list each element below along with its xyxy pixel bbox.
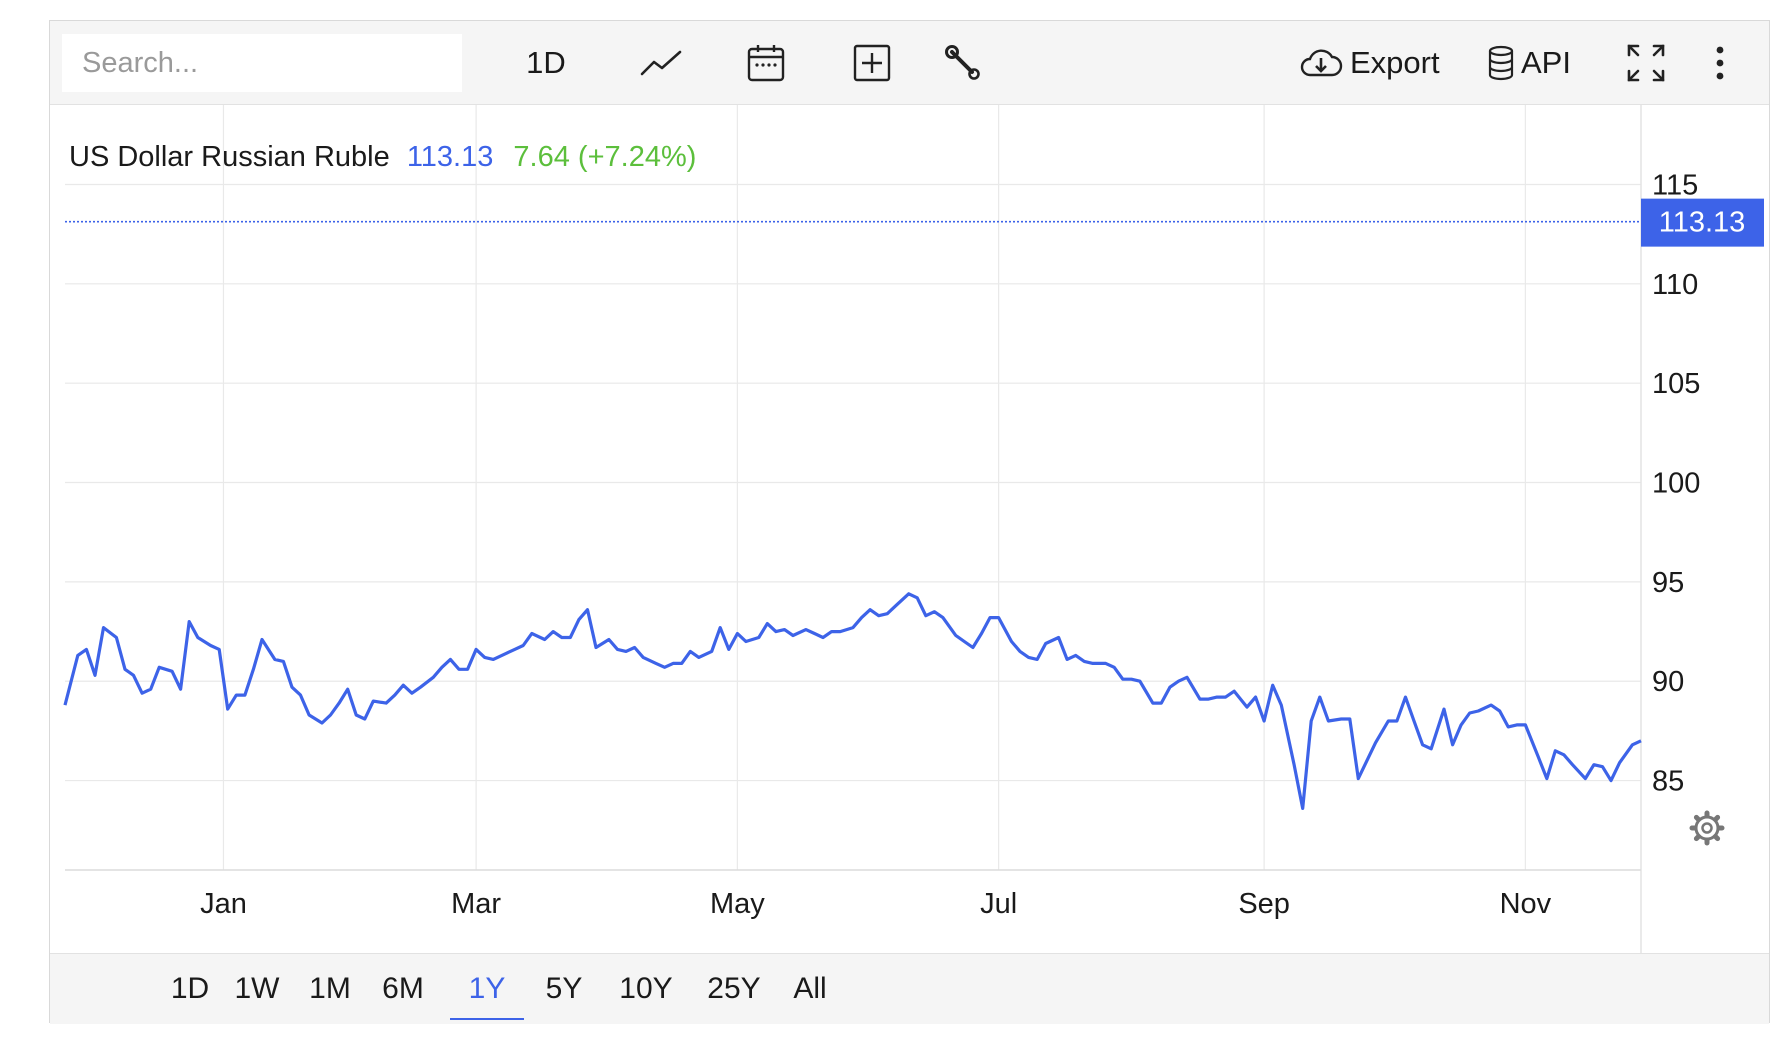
x-tick-label: May: [710, 888, 765, 920]
last-price: 113.13: [407, 141, 494, 173]
gear-icon[interactable]: [1689, 810, 1725, 846]
export-label: Export: [1350, 45, 1440, 80]
series-line: [63, 592, 1642, 810]
range-selector: 1D 1W 1M 6M 1Y 5Y 10Y 25Y All: [50, 953, 1769, 1024]
range-1m-button[interactable]: 1M: [298, 954, 362, 1024]
y-tick-label: 110: [1652, 269, 1698, 301]
range-1d-button[interactable]: 1D: [162, 954, 218, 1024]
calendar-icon[interactable]: [730, 21, 802, 105]
range-6m-button[interactable]: 6M: [368, 954, 438, 1024]
range-25y-button[interactable]: 25Y: [695, 954, 773, 1024]
price-chart[interactable]: 85 90 95 100 105 110 115 Jan Mar May Jul Sep Nov 11…: [50, 105, 1771, 953]
toolbar: 1D Export API: [50, 21, 1769, 105]
wrench-icon[interactable]: [927, 21, 999, 105]
add-box-icon[interactable]: [836, 21, 908, 105]
y-tick-label: 90: [1652, 666, 1684, 698]
api-button[interactable]: API: [1487, 21, 1587, 105]
line-chart-icon[interactable]: [625, 21, 697, 105]
x-tick-label: Jan: [200, 888, 247, 920]
last-price-tag-text: 113.13: [1659, 207, 1746, 239]
chart-header: US Dollar Russian Ruble 113.13 7.64 (+7.…: [69, 141, 696, 173]
api-label: API: [1521, 45, 1571, 80]
more-vertical-icon[interactable]: [1700, 21, 1740, 105]
range-1y-button[interactable]: 1Y: [450, 954, 524, 1024]
x-tick-label: Jul: [980, 888, 1017, 920]
y-tick-label: 100: [1652, 468, 1700, 500]
interval-button[interactable]: 1D: [510, 21, 582, 105]
instrument-name: US Dollar Russian Ruble: [69, 141, 390, 173]
search-input[interactable]: [62, 34, 462, 92]
y-tick-label: 105: [1652, 368, 1700, 400]
y-tick-label: 95: [1652, 567, 1684, 599]
range-1w-button[interactable]: 1W: [225, 954, 289, 1024]
last-price-tag: 113.13: [1641, 198, 1764, 247]
x-tick-label: Sep: [1238, 888, 1290, 920]
chart-widget: 1D Export API: [49, 20, 1771, 1024]
cloud-download-icon: [1300, 49, 1343, 77]
database-icon: [1488, 45, 1514, 81]
range-5y-button[interactable]: 5Y: [533, 954, 595, 1024]
range-all-button[interactable]: All: [780, 954, 840, 1024]
x-tick-label: Nov: [1500, 888, 1552, 920]
x-tick-label: Mar: [451, 888, 501, 920]
y-tick-label: 115: [1652, 169, 1698, 201]
price-change: 7.64 (+7.24%): [513, 141, 696, 173]
export-button[interactable]: Export: [1298, 21, 1448, 105]
y-tick-label: 85: [1652, 766, 1684, 798]
range-10y-button[interactable]: 10Y: [607, 954, 685, 1024]
fullscreen-icon[interactable]: [1615, 21, 1677, 105]
